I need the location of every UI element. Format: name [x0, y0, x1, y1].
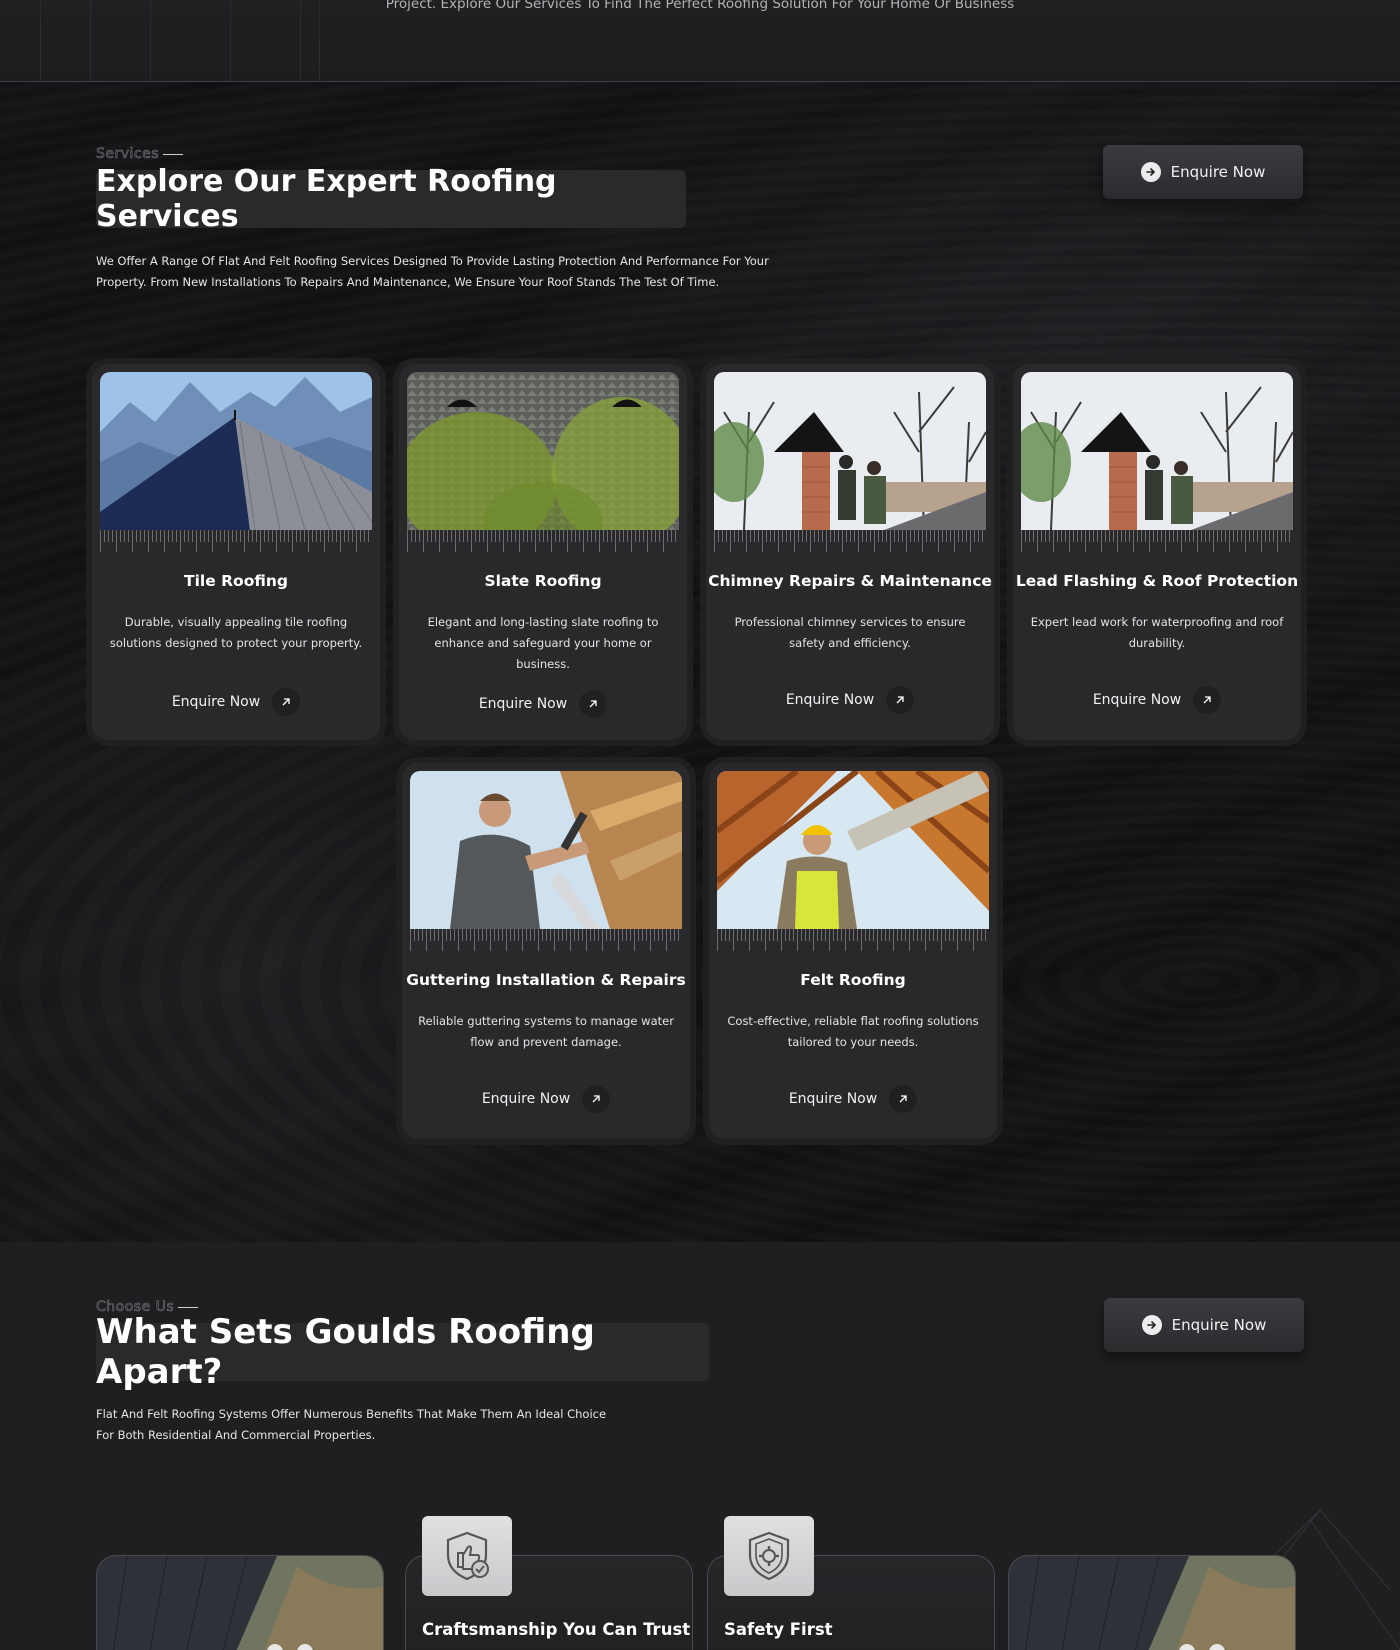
tile-roof-image: [100, 372, 372, 530]
why-us-title: What Sets Goulds Roofing Apart?: [96, 1312, 709, 1392]
services-enquire-button[interactable]: Enquire Now: [1103, 145, 1303, 199]
card-enquire-link[interactable]: Enquire Now: [709, 1085, 997, 1113]
feature-card-photo-right: [1008, 1555, 1296, 1650]
service-card-tile-roofing: Tile Roofing Durable, visually appealing…: [92, 364, 380, 740]
card-enquire-link[interactable]: Enquire Now: [399, 690, 687, 718]
service-card-guttering: Guttering Installation & Repairs Reliabl…: [402, 763, 690, 1139]
thumbs-up-shield-icon: [422, 1516, 512, 1596]
decorative-lines: [0, 0, 320, 81]
arrow-up-right-icon: [582, 1085, 611, 1113]
chimney-workers-image: [1021, 372, 1293, 530]
card-enquire-link[interactable]: Enquire Now: [92, 688, 380, 716]
gear-shield-icon: [724, 1516, 814, 1596]
card-title: Tile Roofing: [184, 572, 288, 590]
arrow-up-right-icon: [889, 1085, 918, 1113]
card-enquire-link[interactable]: Enquire Now: [402, 1085, 690, 1113]
service-card-felt-roofing: Felt Roofing Cost-effective, reliable fl…: [709, 763, 997, 1139]
feature-card-photo-left: [96, 1555, 384, 1650]
card-enquire-link[interactable]: Enquire Now: [706, 686, 994, 714]
arrow-right-icon: [1141, 1315, 1162, 1335]
arrow-up-right-icon: [1193, 686, 1222, 714]
slate-roof-image: [407, 372, 679, 530]
worker-rafters-image: [717, 771, 989, 929]
feature-title: Safety First: [724, 1620, 833, 1639]
feature-title: Craftsmanship You Can Trust: [422, 1620, 691, 1639]
roof-workers-image: [97, 1556, 383, 1650]
service-card-slate-roofing: Slate Roofing Elegant and long-lasting s…: [399, 364, 687, 740]
roof-workers-image: [1009, 1556, 1295, 1650]
previous-section-footer: Project. Explore Our Services To Find Th…: [0, 0, 1400, 82]
card-description: Reliable guttering systems to manage wat…: [418, 1014, 674, 1049]
arrow-up-right-icon: [886, 686, 915, 714]
card-description: Cost-effective, reliable flat roofing so…: [727, 1014, 979, 1049]
card-description: Elegant and long-lasting slate roofing t…: [427, 615, 659, 671]
worker-hammer-image: [410, 771, 682, 929]
services-intro: We Offer A Range Of Flat And Felt Roofin…: [96, 254, 769, 289]
why-us-intro: Flat And Felt Roofing Systems Offer Nume…: [96, 1407, 607, 1442]
why-us-enquire-button[interactable]: Enquire Now: [1104, 1298, 1304, 1352]
card-description: Durable, visually appealing tile roofing…: [109, 615, 363, 650]
chimney-workers-image: [714, 372, 986, 530]
previous-section-tagline: Project. Explore Our Services To Find Th…: [385, 0, 1015, 12]
card-title: Slate Roofing: [484, 572, 602, 590]
services-title: Explore Our Expert Roofing Services: [96, 164, 686, 234]
arrow-up-right-icon: [579, 690, 608, 718]
services-eyebrow: Services: [96, 146, 184, 162]
service-card-lead-flashing: Lead Flashing & Roof Protection Expert l…: [1013, 364, 1301, 740]
arrow-right-icon: [1140, 162, 1161, 182]
card-title: Felt Roofing: [800, 971, 906, 989]
card-title: Guttering Installation & Repairs: [406, 971, 686, 989]
card-description: Professional chimney services to ensure …: [734, 615, 966, 650]
card-title: Chimney Repairs & Maintenance: [708, 572, 992, 590]
card-description: Expert lead work for waterproofing and r…: [1030, 615, 1284, 650]
arrow-up-right-icon: [272, 688, 301, 716]
card-enquire-link[interactable]: Enquire Now: [1013, 686, 1301, 714]
service-card-chimney-repairs: Chimney Repairs & Maintenance Profession…: [706, 364, 994, 740]
card-title: Lead Flashing & Roof Protection: [1015, 572, 1299, 590]
